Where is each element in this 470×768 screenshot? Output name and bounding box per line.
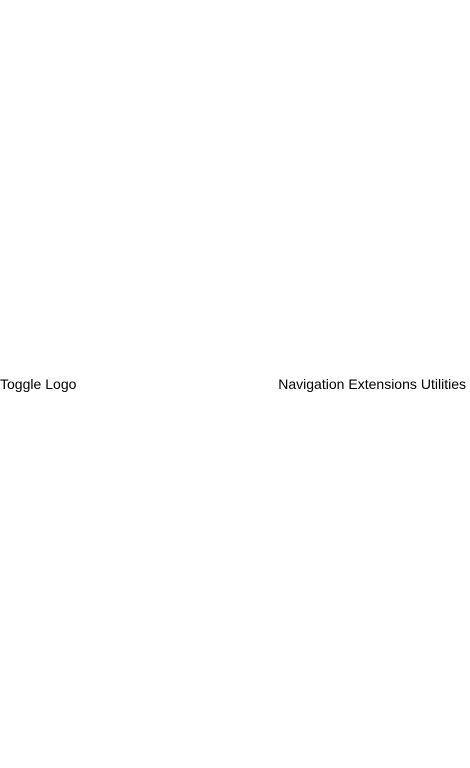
logo[interactable]: Logo <box>45 376 76 392</box>
toggle-button[interactable]: Toggle <box>0 376 41 392</box>
navbar-left-group: Toggle Logo <box>0 376 76 392</box>
top-navbar: Toggle Logo Navigation Extensions Utilit… <box>0 376 470 392</box>
navigation-menu[interactable]: Navigation <box>278 376 344 392</box>
extensions-menu[interactable]: Extensions <box>348 376 416 392</box>
navbar-right-group: Navigation Extensions Utilities <box>278 376 470 392</box>
utilities-menu[interactable]: Utilities <box>421 376 466 392</box>
